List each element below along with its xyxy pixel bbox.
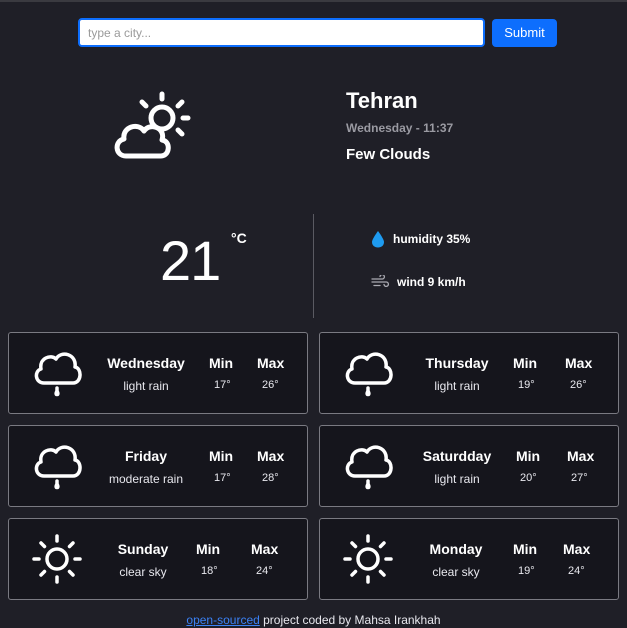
wind-icon xyxy=(371,275,389,288)
forecast-day: Wednesday xyxy=(107,355,185,371)
forecast-description: light rain xyxy=(434,379,480,393)
min-label: Min xyxy=(209,355,234,371)
max-label: Max xyxy=(567,448,595,464)
weather-condition: Few Clouds xyxy=(346,146,431,163)
max-temp: 24° xyxy=(256,565,273,577)
temperature-value: 21 xyxy=(160,229,221,292)
sun-icon xyxy=(32,534,82,584)
forecast-description: moderate rain xyxy=(108,472,184,486)
forecast-card-saturday: Saturdday light rain Min Max 20° 27° xyxy=(319,425,619,507)
forecast-description: light rain xyxy=(434,472,480,486)
rain-cloud-icon xyxy=(345,445,393,490)
min-temp: 19° xyxy=(518,565,535,577)
min-label: Min xyxy=(209,448,234,464)
min-label: Min xyxy=(513,355,538,371)
footer: open-sourced project coded by Mahsa Iran… xyxy=(0,613,627,627)
wind-stat: wind 9 km/h xyxy=(371,275,466,289)
max-temp: 28° xyxy=(262,472,279,484)
min-temp: 19° xyxy=(518,379,535,391)
footer-text: project coded by Mahsa Irankhah xyxy=(259,613,441,627)
forecast-card-wednesday: Wednesday light rain Min Max 17° 26° xyxy=(8,332,308,414)
max-label: Max xyxy=(257,355,285,371)
forecast-card-thursday: Thursday light rain Min Max 19° 26° xyxy=(319,332,619,414)
forecast-day: Monday xyxy=(429,541,483,557)
forecast-description: light rain xyxy=(123,379,169,393)
open-sourced-link[interactable]: open-sourced xyxy=(186,613,259,627)
min-label: Min xyxy=(196,541,221,557)
rain-cloud-icon xyxy=(34,445,82,490)
max-temp: 27° xyxy=(571,472,588,484)
min-temp: 17° xyxy=(214,472,231,484)
temperature-unit: °C xyxy=(231,230,247,246)
humidity-text: humidity 35% xyxy=(393,232,471,246)
forecast-card-sunday: Sunday clear sky Min Max 18° 24° xyxy=(8,518,308,600)
max-temp: 26° xyxy=(262,379,279,391)
forecast-description: clear sky xyxy=(432,565,480,579)
submit-button[interactable]: Submit xyxy=(492,18,557,47)
water-drop-icon xyxy=(372,231,384,248)
rain-cloud-icon xyxy=(345,352,393,397)
divider xyxy=(313,214,314,318)
forecast-day: Thursday xyxy=(425,355,489,371)
max-temp: 24° xyxy=(568,565,585,577)
forecast-day: Sunday xyxy=(117,541,169,557)
min-label: Min xyxy=(516,448,541,464)
sun-icon xyxy=(343,534,393,584)
search-bar: Submit xyxy=(78,18,557,47)
forecast-description: clear sky xyxy=(119,565,167,579)
forecast-day: Saturdday xyxy=(422,448,492,464)
max-temp: 26° xyxy=(570,379,587,391)
min-temp: 18° xyxy=(201,565,218,577)
max-label: Max xyxy=(563,541,591,557)
max-label: Max xyxy=(565,355,593,371)
city-search-input[interactable] xyxy=(78,18,485,47)
rain-cloud-icon xyxy=(34,352,82,397)
few-clouds-icon xyxy=(114,91,191,159)
city-name: Tehran xyxy=(346,88,418,113)
max-label: Max xyxy=(257,448,285,464)
min-temp: 20° xyxy=(520,472,537,484)
min-label: Min xyxy=(513,541,538,557)
forecast-card-friday: Friday moderate rain Min Max 17° 28° xyxy=(8,425,308,507)
wind-text: wind 9 km/h xyxy=(397,275,466,289)
forecast-day: Friday xyxy=(124,448,167,464)
forecast-card-monday: Monday clear sky Min Max 19° 24° xyxy=(319,518,619,600)
max-label: Max xyxy=(251,541,279,557)
min-temp: 17° xyxy=(214,379,231,391)
date-time: Wednesday - 11:37 xyxy=(346,121,454,135)
humidity-stat: humidity 35% xyxy=(371,230,470,248)
